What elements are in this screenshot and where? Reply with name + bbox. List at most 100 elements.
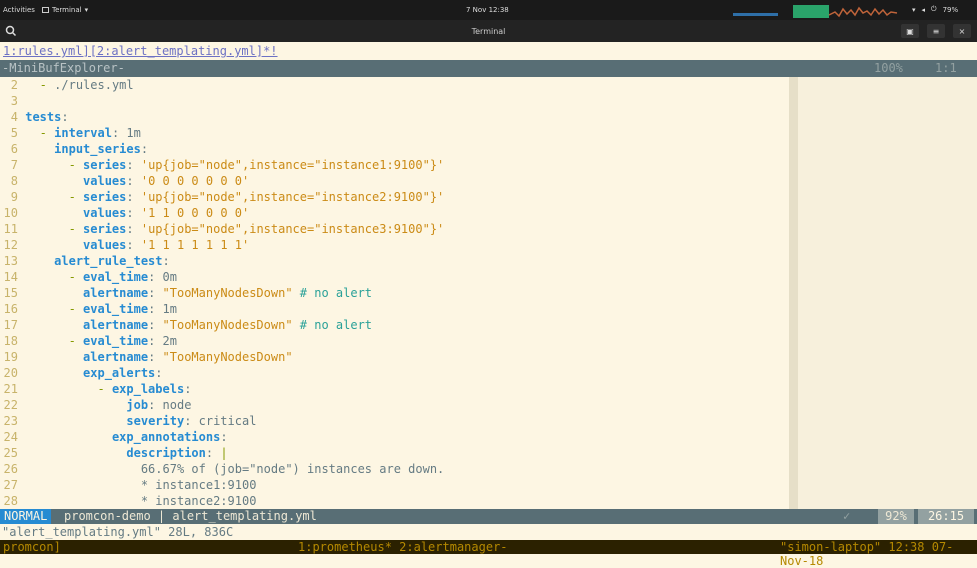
code-line: 26 66.67% of (job="node") instances are … (0, 461, 445, 477)
app-menu[interactable]: Terminal ▾ (42, 6, 88, 14)
line-number: 28 (3, 494, 18, 508)
code-token: eval_time (83, 334, 149, 348)
clock[interactable]: 7 Nov 12:38 (466, 6, 509, 14)
line-number: 12 (3, 238, 18, 252)
code-line: 14 - eval_time: 0m (0, 269, 177, 285)
code-token: '1 1 0 0 0 0 0' (140, 206, 250, 220)
code-token: : 1m (111, 126, 141, 140)
code-editor[interactable]: 2 - ./rules.yml 3 4 tests: 5 - interval: 1… (0, 77, 977, 509)
menu-button[interactable]: ≡ (927, 24, 945, 38)
code-token: : (148, 318, 163, 332)
code-token: # no alert (292, 286, 373, 300)
code-line: 16 - eval_time: 1m (0, 301, 177, 317)
code-token: : critical (184, 414, 257, 428)
line-number: 17 (3, 318, 18, 332)
code-token: : 0m (148, 270, 177, 284)
code-token: 66.67% of (job="node") instances are dow… (25, 462, 445, 476)
code-token: alertname (83, 350, 149, 364)
code-token: : (126, 206, 141, 220)
split-divider[interactable] (789, 77, 798, 509)
code-line: 2 - ./rules.yml (0, 77, 134, 93)
code-line: 10 values: '1 1 0 0 0 0 0' (0, 205, 250, 221)
code-token: : 1m (148, 302, 177, 316)
code-line: 13 alert_rule_test: (0, 253, 170, 269)
line-number: 24 (3, 430, 18, 444)
line-number: 9 (10, 190, 18, 204)
cursor-position: 26:15 (918, 509, 974, 524)
code-token: - (25, 302, 84, 316)
power-icon: ⏻ (931, 5, 937, 13)
code-line: 21 - exp_labels: (0, 381, 192, 397)
code-token: alert_rule_test (54, 254, 163, 268)
vim-tabline[interactable]: 1:rules.yml][2:alert_templating.yml]*! (0, 42, 977, 60)
app-menu-label: Terminal (52, 6, 82, 14)
code-line: 27 * instance1:9100 (0, 477, 257, 493)
vim-statusline: NORMAL promcon-demo | alert_templating.y… (0, 509, 977, 524)
line-number: 4 (10, 110, 18, 124)
new-tab-button[interactable]: ▣ (901, 24, 919, 38)
code-line: 6 input_series: (0, 141, 148, 157)
line-number: 8 (10, 174, 18, 188)
code-token: 'up{job="node",instance="instance1:9100"… (140, 158, 445, 172)
code-token: : (126, 190, 141, 204)
code-token: - (25, 190, 84, 204)
line-number: 3 (10, 94, 18, 108)
line-number: 16 (3, 302, 18, 316)
wifi-icon: ▾ (912, 5, 916, 14)
code-token: : (148, 286, 163, 300)
code-token: : (126, 238, 141, 252)
code-token: * instance2:9100 (25, 494, 257, 508)
code-line: 11 - series: 'up{job="node",instance="in… (0, 221, 445, 237)
line-number: 22 (3, 398, 18, 412)
tmux-status-bar: promcon] 1:prometheus* 2:alertmanager- "… (0, 540, 977, 568)
code-token: '1 1 1 1 1 1 1' (140, 238, 250, 252)
line-number: 18 (3, 334, 18, 348)
buffer-tabs[interactable]: 1:rules.yml][2:alert_templating.yml]*! (3, 44, 278, 58)
battery-label: 79% (942, 5, 959, 14)
minibuf-explorer-status: -MiniBufExplorer- 100% 1:1 (0, 60, 977, 77)
code-token: alertname (83, 318, 149, 332)
tmux-windows[interactable]: 1:prometheus* 2:alertmanager- (298, 540, 508, 554)
line-number: 13 (3, 254, 18, 268)
code-token: - (25, 222, 84, 236)
line-number: 21 (3, 382, 18, 396)
terminal-app-icon (42, 7, 49, 13)
code-token: eval_time (83, 270, 149, 284)
code-token: exp_annotations (111, 430, 221, 444)
system-monitor-graph[interactable] (733, 3, 903, 18)
code-token: values (83, 238, 127, 252)
code-token: series (83, 222, 127, 236)
code-token: 'up{job="node",instance="instance3:9100"… (140, 222, 445, 236)
code-token: - (25, 334, 84, 348)
code-token: : node (148, 398, 192, 412)
status-file: promcon-demo | alert_templating.yml (64, 509, 317, 523)
code-token: : (184, 382, 192, 396)
right-split-pane[interactable] (798, 77, 977, 509)
code-token: : (148, 350, 163, 364)
syntax-ok-indicator: ✓ (843, 509, 851, 523)
mode-indicator: NORMAL (0, 509, 52, 524)
code-token: tests (25, 110, 62, 124)
tmux-session: promcon] (3, 540, 61, 554)
activities-button[interactable]: Activities (3, 6, 35, 14)
code-token: 'up{job="node",instance="instance2:9100"… (140, 190, 445, 204)
line-number: 26 (3, 462, 18, 476)
code-line: 23 severity: critical (0, 413, 257, 429)
close-button[interactable]: × (953, 24, 971, 38)
code-token: : (126, 174, 141, 188)
code-line: 9 - series: 'up{job="node",instance="ins… (0, 189, 445, 205)
code-token: - (25, 126, 55, 140)
vim-command-line[interactable]: "alert_templating.yml" 28L, 836C (0, 524, 977, 540)
system-tray[interactable]: ▾ ◂ ⏻ 79% (912, 5, 958, 14)
line-number: 27 (3, 478, 18, 492)
line-number: 20 (3, 366, 18, 380)
minibuf-name: -MiniBufExplorer- (2, 61, 125, 75)
code-token: '0 0 0 0 0 0 0' (140, 174, 250, 188)
